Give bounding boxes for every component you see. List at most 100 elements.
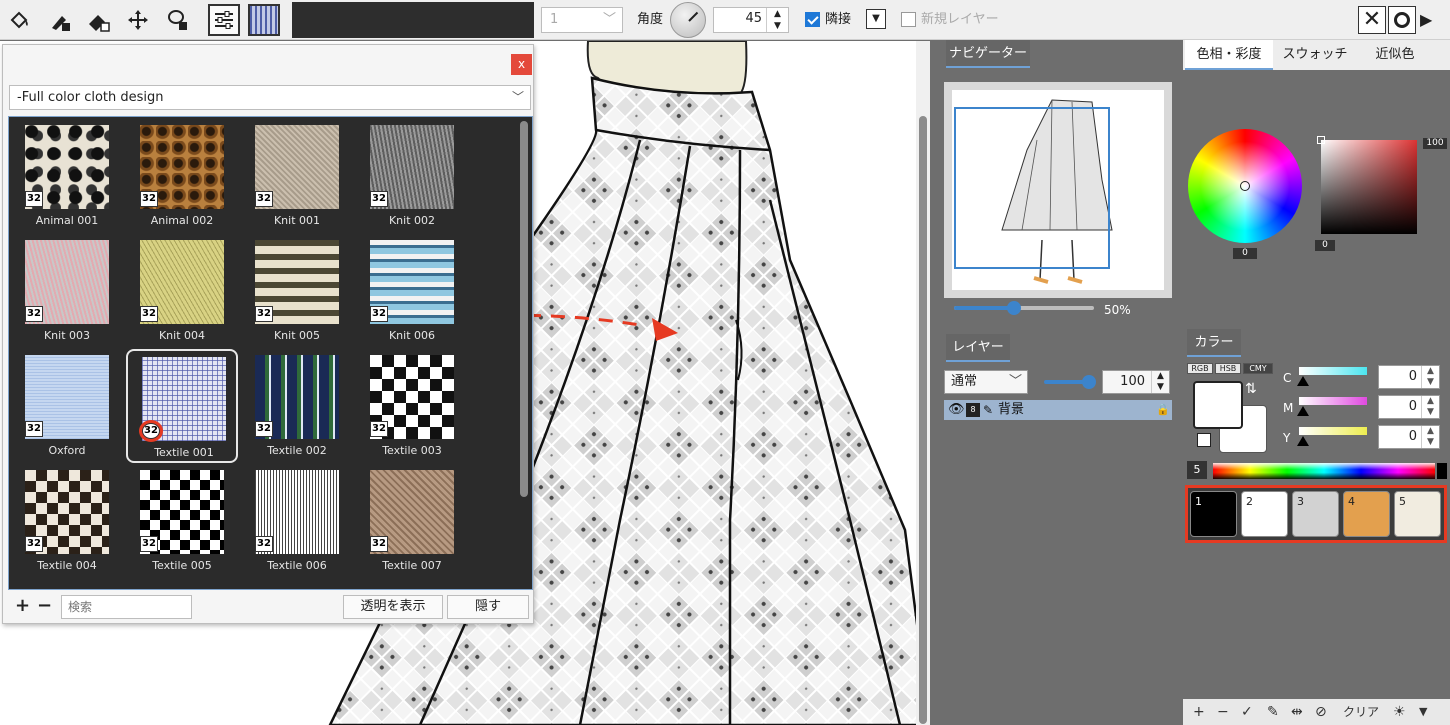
channel-spinner[interactable]: ▲ ▼ (1421, 396, 1439, 418)
navigator-view-frame[interactable] (954, 107, 1110, 269)
show-transparent-button[interactable]: 透明を表示 (343, 595, 443, 619)
channel-slider-knob[interactable] (1297, 436, 1309, 446)
add-swatch-icon[interactable]: + (1193, 703, 1205, 721)
adjacent-options-dropdown[interactable]: ▼ (866, 9, 886, 29)
tab-color[interactable]: カラー (1187, 329, 1241, 357)
angle-input[interactable]: 45 ▲ ▼ (713, 7, 789, 33)
main-color-swatch[interactable] (1193, 381, 1243, 429)
material-tile[interactable]: 32 Textile 001 (126, 349, 238, 463)
material-tile[interactable]: 32 Knit 003 (11, 234, 123, 348)
material-tile[interactable]: 32 Animal 001 (11, 119, 123, 233)
sv-cursor-icon[interactable] (1317, 136, 1325, 144)
remove-swatch-icon[interactable]: − (1217, 703, 1229, 721)
move-transform-button[interactable] (122, 4, 154, 36)
more-arrow-icon[interactable]: ▶ (1420, 10, 1432, 29)
mode-hsb-button[interactable]: HSB (1215, 363, 1241, 374)
color-swatch[interactable]: 2 (1241, 491, 1288, 537)
menu-down-icon[interactable]: ▼ (1419, 703, 1427, 721)
opacity-slider-knob[interactable] (1082, 375, 1096, 389)
channel-slider[interactable] (1299, 367, 1367, 375)
saturation-brightness-square[interactable] (1317, 136, 1417, 234)
material-tile[interactable]: 32 Textile 006 (241, 464, 353, 578)
material-tile[interactable]: 32 Knit 004 (126, 234, 238, 348)
sun-icon[interactable]: ☀ (1393, 703, 1406, 721)
channel-spinner[interactable]: ▲ ▼ (1421, 426, 1439, 448)
hue-cursor-icon[interactable] (1240, 181, 1250, 191)
mode-rgb-button[interactable]: RGB (1187, 363, 1213, 374)
brush-fill-button[interactable] (44, 4, 76, 36)
hide-button[interactable]: 隠す (447, 595, 529, 619)
eye-visibility-icon[interactable]: 👁 (948, 400, 965, 420)
settings-sliders-button[interactable] (208, 4, 240, 36)
material-tile[interactable]: 32 Textile 004 (11, 464, 123, 578)
black-end-swatch[interactable] (1437, 463, 1447, 479)
adjacent-checkbox[interactable] (805, 12, 820, 27)
clear-button[interactable]: クリア (1343, 703, 1379, 721)
material-tile[interactable]: 32 Animal 002 (126, 119, 238, 233)
color-swatch[interactable]: 1 (1190, 491, 1237, 537)
material-tile[interactable]: 32 Oxford (11, 349, 123, 463)
prohibit-icon[interactable]: ⊘ (1315, 703, 1327, 721)
tab-hue-saturation[interactable]: 色相・彩度 (1185, 40, 1273, 70)
texture-preview-button[interactable] (248, 4, 280, 36)
color-swatch[interactable]: 3 (1292, 491, 1339, 537)
brush-size-select[interactable]: 1 ﹀ (541, 7, 623, 33)
zoom-slider-knob[interactable] (1007, 301, 1021, 315)
opacity-slider[interactable] (1044, 375, 1096, 389)
channel-slider[interactable] (1299, 397, 1367, 405)
transparent-color-swatch[interactable] (1197, 433, 1211, 447)
navigator-view[interactable] (944, 82, 1172, 298)
tab-swatch[interactable]: スウォッチ (1275, 40, 1355, 70)
opacity-spinner[interactable]: ▲ ▼ (1151, 371, 1169, 393)
material-search-input[interactable] (61, 595, 192, 619)
material-tile[interactable]: 32 Knit 001 (241, 119, 353, 233)
material-tile[interactable]: 32 Knit 002 (356, 119, 468, 233)
mode-cmy-button[interactable]: CMY (1243, 363, 1273, 374)
material-tile[interactable]: 32 Textile 003 (356, 349, 468, 463)
palette-close-button[interactable]: x (511, 54, 532, 75)
material-tile[interactable]: 32 Knit 005 (241, 234, 353, 348)
lasso-button[interactable] (162, 4, 194, 36)
material-tile[interactable]: 32 Textile 002 (241, 349, 353, 463)
color-swatch[interactable]: 5 (1394, 491, 1441, 537)
blend-mode-select[interactable]: 通常 ﹀ (944, 370, 1028, 394)
resolution-badge: 32 (25, 306, 43, 322)
channel-slider-knob[interactable] (1297, 406, 1309, 416)
scrollbar-thumb[interactable] (919, 116, 927, 724)
swap-arrows-icon[interactable]: ⇹ (1291, 703, 1303, 721)
channel-value-input[interactable]: 0 ▲ ▼ (1378, 365, 1440, 389)
channel-value-input[interactable]: 0 ▲ ▼ (1378, 395, 1440, 419)
tab-similar-color[interactable]: 近似色 (1357, 40, 1433, 70)
zoom-slider[interactable] (954, 301, 1094, 315)
check-icon[interactable]: ✓ (1241, 703, 1253, 721)
material-tile[interactable]: 32 Textile 005 (126, 464, 238, 578)
lock-icon[interactable]: 🔒 (1156, 400, 1170, 420)
material-category-select[interactable]: -Full color cloth design ﹀ (9, 85, 531, 110)
opacity-input[interactable]: 100 ▲ ▼ (1102, 370, 1170, 394)
channel-spinner[interactable]: ▲ ▼ (1421, 366, 1439, 388)
channel-slider[interactable] (1299, 427, 1367, 435)
angle-dial[interactable] (670, 2, 706, 38)
eraser-button[interactable] (82, 4, 114, 36)
material-grid-scrollbar[interactable] (520, 121, 528, 497)
tab-navigator[interactable]: ナビゲーター (946, 40, 1030, 68)
close-x-icon[interactable]: ✕ (1358, 6, 1386, 34)
remove-material-button[interactable]: − (37, 595, 52, 616)
material-tile[interactable]: 32 Textile 007 (356, 464, 468, 578)
material-tile[interactable]: 32 Knit 006 (356, 234, 468, 348)
fill-bucket-button[interactable] (4, 4, 36, 36)
channel-slider-knob[interactable] (1297, 376, 1309, 386)
tab-layer[interactable]: レイヤー (946, 334, 1010, 362)
color-swatch[interactable]: 4 (1343, 491, 1390, 537)
swap-colors-icon[interactable]: ⇅ (1245, 381, 1257, 397)
edit-pencil-icon[interactable]: ✎ (1267, 703, 1279, 721)
color-spectrum-bar[interactable] (1213, 463, 1435, 479)
angle-spinner[interactable]: ▲ ▼ (766, 8, 788, 32)
new-layer-checkbox[interactable] (901, 12, 916, 27)
circle-o-icon[interactable] (1388, 6, 1416, 34)
add-material-button[interactable]: + (15, 595, 30, 616)
hue-wheel[interactable] (1188, 129, 1302, 243)
channel-value-input[interactable]: 0 ▲ ▼ (1378, 425, 1440, 449)
layer-row[interactable]: 👁 8 ✎ 背景 🔒 (944, 400, 1172, 420)
canvas-vertical-scrollbar[interactable] (916, 41, 930, 725)
